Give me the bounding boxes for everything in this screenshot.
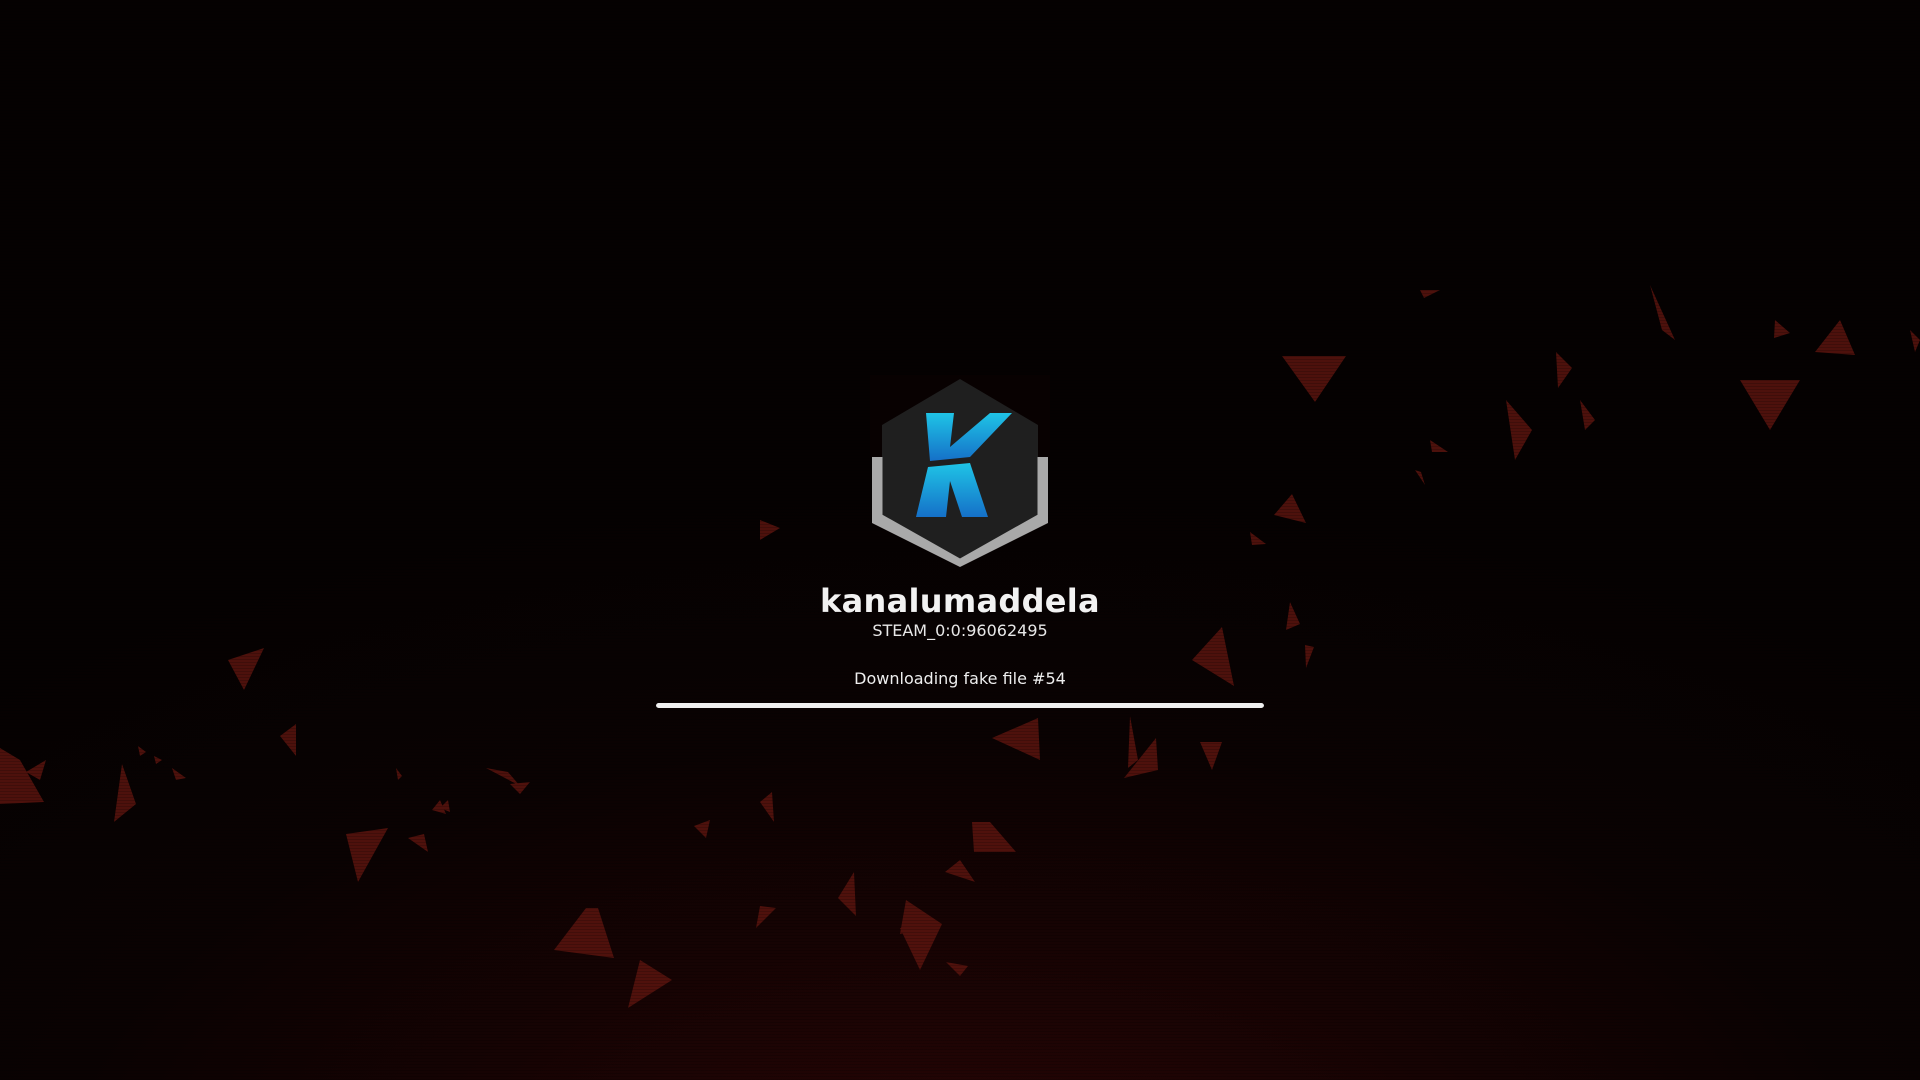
k-hexagon-logo-icon	[870, 375, 1050, 567]
player-name: kanalumaddela	[820, 582, 1100, 620]
loading-screen: kanalumaddela STEAM_0:0:96062495 Downloa…	[0, 0, 1920, 1080]
loading-status-text: Downloading fake file #54	[854, 669, 1066, 688]
steam-id: STEAM_0:0:96062495	[872, 621, 1048, 640]
loading-progress-fill	[656, 703, 1264, 708]
loading-progress-bar	[656, 703, 1264, 708]
player-panel: kanalumaddela STEAM_0:0:96062495 Downloa…	[0, 375, 1920, 708]
